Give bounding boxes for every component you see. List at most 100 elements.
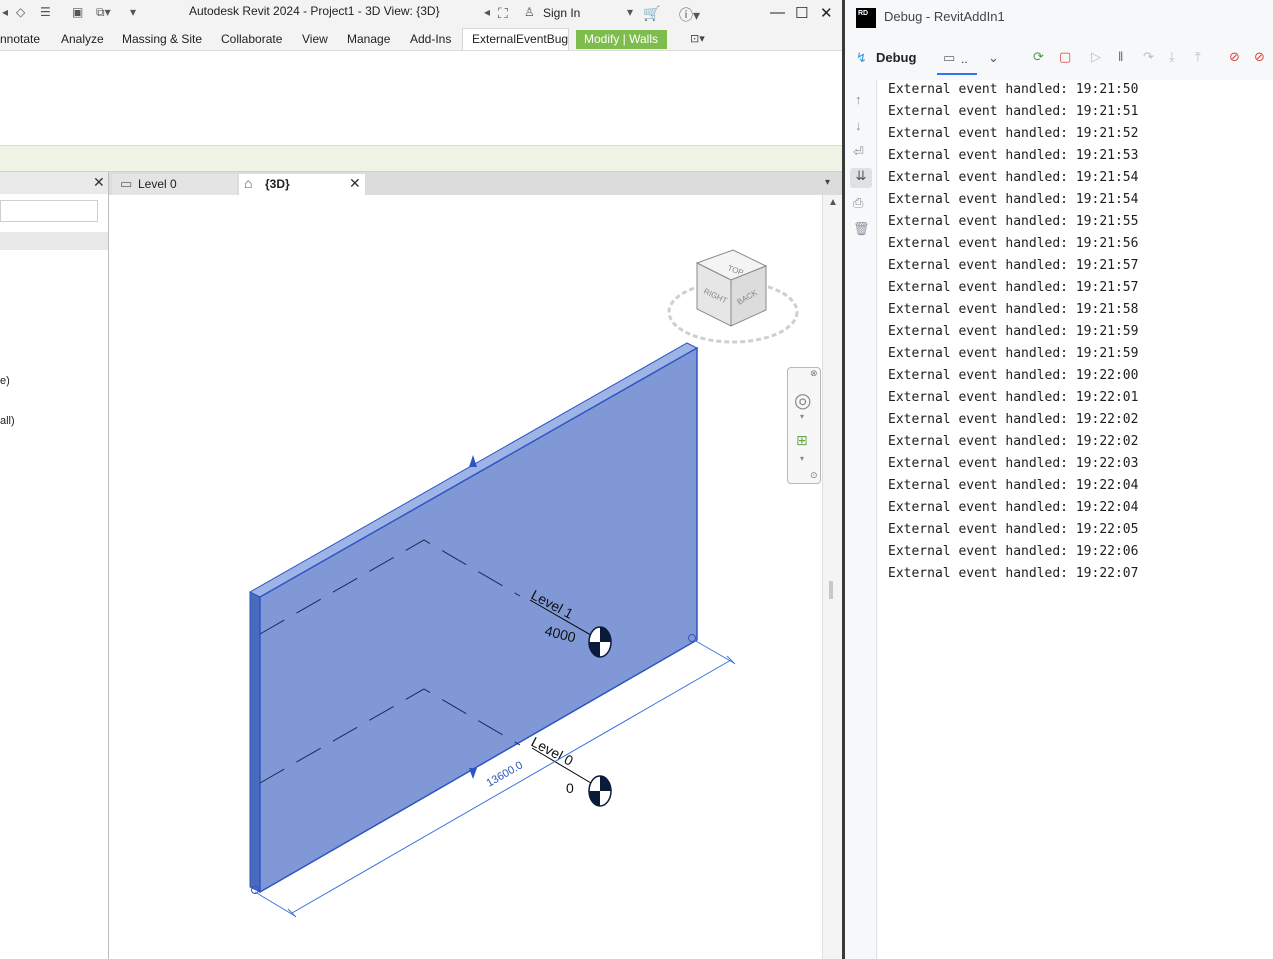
debug-toolbar: ↯ Debug ▭ .. ⌄ ⟳ ▢ ▷ ‖ ↷ ⤓ ⤒ ⊘ ⊘ (845, 43, 1273, 75)
view-tab-label: {3D} (265, 177, 290, 191)
console-tab[interactable]: ▭ .. (937, 45, 977, 75)
close-hidden-icon[interactable]: ▣ (72, 5, 83, 23)
ribbon-minimize-icon[interactable]: ⊡▾ (690, 32, 705, 45)
print-icon[interactable]: ⎙ (853, 195, 863, 211)
qat-arrow-icon[interactable]: ◂ (2, 5, 8, 23)
resume-icon[interactable]: ▷ (1091, 49, 1101, 65)
tab-modify-walls[interactable]: Modify | Walls (576, 30, 667, 49)
tab-overflow-icon[interactable]: ▾ (825, 177, 830, 188)
maximize-icon[interactable]: ☐ (795, 4, 808, 22)
help-icon[interactable]: ⓘ▾ (679, 5, 700, 23)
rerun-icon[interactable]: ⟳ (1033, 49, 1044, 65)
debug-title-bar: RD Debug - RevitAddIn1 (845, 0, 1273, 36)
scroll-thumb[interactable] (829, 581, 833, 599)
revit-window: ◂ ◇ ☰ ▣ ⧉▾ ▾ Autodesk Revit 2024 - Proje… (0, 0, 842, 959)
tab-add-ins[interactable]: Add-Ins (410, 32, 451, 46)
thin-lines-icon[interactable]: ☰ (40, 5, 51, 23)
console-log-line: External event handled: 19:21:57 (888, 280, 1139, 295)
user-icon[interactable]: ♙ (524, 5, 535, 23)
properties-header (0, 172, 108, 194)
zoom-region-icon[interactable]: ⊞ (796, 432, 808, 449)
console-log-line: External event handled: 19:21:53 (888, 148, 1139, 163)
console-log-line: External event handled: 19:21:59 (888, 324, 1139, 339)
signin-dropdown-icon[interactable]: ▾ (627, 5, 633, 23)
navbar-options-icon[interactable]: ⊙ (810, 470, 818, 481)
qat-customize-icon[interactable]: ▾ (130, 5, 136, 23)
soft-wrap-icon[interactable]: ⏎ (853, 144, 864, 160)
3d-viewport[interactable]: TOP RIGHT BACK Level 1 4000 Level 0 0 13… (110, 195, 822, 959)
view-tab-3d[interactable]: ⌂ {3D} ✕ (239, 174, 365, 195)
navbar-close-icon[interactable]: ⊗ (810, 368, 818, 379)
console-log-line: External event handled: 19:22:05 (888, 522, 1139, 537)
tab-collaborate[interactable]: Collaborate (221, 32, 282, 46)
mute-breakpoints-icon[interactable]: ⊘ (1254, 49, 1265, 65)
measure-icon[interactable]: ◇ (16, 5, 25, 23)
console-log-line: External event handled: 19:22:01 (888, 390, 1139, 405)
view-tab-level-0[interactable]: ▭ Level 0 (112, 174, 237, 195)
tab-externaleventbug[interactable]: ExternalEventBug (462, 28, 569, 51)
tab-analyze[interactable]: Analyze (61, 32, 104, 46)
stop-icon[interactable]: ▢ (1059, 49, 1071, 65)
search-chevron-icon[interactable]: ◂ (484, 5, 490, 23)
vertical-scrollbar[interactable]: ▲ (822, 195, 842, 959)
navigation-bar: ⊗ ◎ ▾ ⊞ ▾ ⊙ (787, 367, 821, 484)
minimize-icon[interactable]: — (770, 4, 785, 21)
level-0-name: Level 0 (529, 734, 577, 769)
console-output[interactable]: External event handled: 19:21:50 External… (878, 80, 1273, 959)
view-cube[interactable]: TOP RIGHT BACK (667, 249, 799, 344)
console-log-line: External event handled: 19:21:54 (888, 170, 1139, 185)
tab-annotate[interactable]: nnotate (0, 32, 40, 46)
debug-bug-icon: ↯ (856, 50, 867, 65)
tab-modify-walls-label: Modify | Walls (584, 32, 659, 46)
view-tab-label: Level 0 (138, 177, 177, 191)
view-breakpoints-icon[interactable]: ⊘ (1229, 49, 1240, 65)
rider-logo-icon: RD (856, 8, 876, 28)
console-icon: ▭ (943, 50, 956, 65)
switch-windows-icon[interactable]: ⧉▾ (96, 5, 111, 23)
wall-flip-arrow-icon[interactable] (469, 455, 477, 467)
property-fragment: all) (0, 415, 15, 427)
steering-wheel-icon[interactable]: ◎ (794, 388, 811, 413)
debug-tab-label[interactable]: Debug (876, 50, 916, 65)
close-icon[interactable]: ✕ (820, 4, 833, 22)
step-into-icon[interactable]: ⤓ (1169, 49, 1175, 65)
console-log-line: External event handled: 19:21:55 (888, 214, 1139, 229)
model-canvas[interactable]: TOP RIGHT BACK Level 1 4000 Level 0 0 13… (110, 195, 822, 959)
ribbon-panel (0, 50, 842, 145)
tab-view[interactable]: View (302, 32, 328, 46)
panel-close-icon[interactable]: ✕ (93, 174, 105, 191)
console-log-line: External event handled: 19:21:57 (888, 258, 1139, 273)
console-log-line: External event handled: 19:22:03 (888, 456, 1139, 471)
window-title: Autodesk Revit 2024 - Project1 - 3D View… (189, 4, 440, 18)
title-bar: ◂ ◇ ☰ ▣ ⧉▾ ▾ Autodesk Revit 2024 - Proje… (0, 0, 842, 28)
property-fragment: e) (0, 375, 10, 387)
type-selector-field[interactable] (0, 200, 98, 222)
scroll-up-icon[interactable]: ↑ (855, 92, 862, 107)
clear-all-icon[interactable]: 🗑 (853, 221, 870, 237)
binoculars-icon[interactable]: ⛶ (498, 5, 508, 23)
options-bar (0, 145, 842, 172)
sign-in-button[interactable]: Sign In (543, 6, 580, 20)
step-out-icon[interactable]: ⤒ (1195, 49, 1201, 65)
wall-element[interactable] (248, 342, 699, 894)
scroll-up-icon[interactable]: ▲ (828, 197, 838, 208)
wall-flip-arrow-icon[interactable] (469, 768, 477, 779)
scroll-down-icon[interactable]: ↓ (855, 118, 862, 133)
console-log-line: External event handled: 19:22:04 (888, 500, 1139, 515)
wheel-dropdown-icon[interactable]: ▾ (800, 412, 804, 421)
debug-window-title: Debug - RevitAddIn1 (884, 9, 1005, 24)
tab-massing-site[interactable]: Massing & Site (122, 32, 202, 46)
cart-icon[interactable]: 🛒 (643, 5, 660, 23)
console-log-line: External event handled: 19:21:58 (888, 302, 1139, 317)
step-over-icon[interactable]: ↷ (1143, 49, 1154, 65)
debug-tool-window: RD Debug - RevitAddIn1 ↯ Debug ▭ .. ⌄ ⟳ … (845, 0, 1273, 959)
console-log-line: External event handled: 19:21:52 (888, 126, 1139, 141)
scroll-to-end-icon[interactable]: ⇊ (850, 168, 872, 188)
tab-manage[interactable]: Manage (347, 32, 390, 46)
tab-close-icon[interactable]: ✕ (349, 175, 361, 192)
zoom-dropdown-icon[interactable]: ▾ (800, 454, 804, 463)
console-log-line: External event handled: 19:22:06 (888, 544, 1139, 559)
pause-icon[interactable]: ‖ (1118, 49, 1123, 64)
console-log-line: External event handled: 19:22:07 (888, 566, 1139, 581)
tabs-dropdown-icon[interactable]: ⌄ (988, 50, 999, 66)
